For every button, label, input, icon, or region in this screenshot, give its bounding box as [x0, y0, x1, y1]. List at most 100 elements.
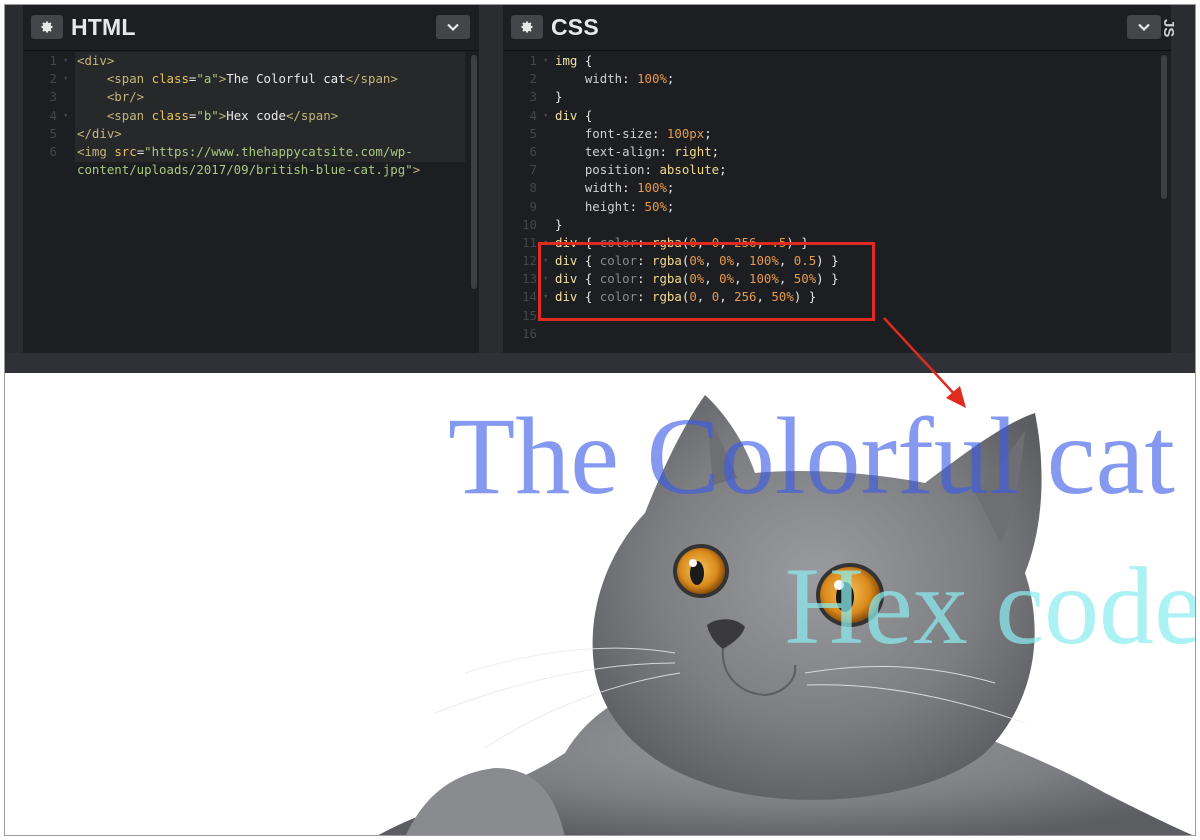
code-token: ; — [719, 162, 727, 178]
preview-resize-bar[interactable] — [5, 353, 1195, 373]
code-token: > — [412, 162, 421, 178]
code-line[interactable]: 5 </div> — [23, 125, 479, 143]
fold-toggle-icon[interactable]: ▾ — [63, 70, 73, 88]
line-number: 9 — [529, 198, 537, 214]
panel-resize-handle[interactable] — [479, 5, 503, 353]
line-number: 1 — [49, 53, 57, 68]
html-panel-title: HTML — [71, 14, 136, 40]
code-line[interactable]: 4 ▾ div { — [503, 107, 1171, 125]
code-line[interactable]: 2 ▾ <span class="a">The Colorful cat</spa… — [23, 70, 479, 88]
code-token: class — [151, 71, 189, 87]
css-collapse-button[interactable] — [1127, 15, 1161, 39]
line-number: 16 — [522, 325, 537, 341]
code-token: ; — [666, 180, 675, 196]
code-token: src — [114, 143, 137, 159]
code-line[interactable]: 3} — [503, 88, 1171, 106]
code-token: { — [577, 53, 593, 68]
line-number: 2 — [49, 71, 57, 87]
js-tab-label[interactable]: JS — [1160, 19, 1177, 43]
code-token: absolute — [659, 162, 720, 178]
code-text: height: 50%; — [555, 198, 675, 216]
code-line[interactable]: 5 font-size: 100px; — [503, 125, 1171, 143]
html-scrollbar[interactable] — [471, 55, 477, 289]
code-token: img — [555, 53, 578, 68]
fold-toggle-icon[interactable]: ▾ — [63, 107, 73, 125]
code-token: ; — [666, 198, 675, 214]
code-token: "b" — [196, 107, 219, 123]
annotation-highlight-box — [538, 242, 875, 321]
line-number: 12 — [522, 253, 537, 269]
code-text: font-size: 100px; — [555, 125, 712, 143]
fold-toggle-icon[interactable]: ▾ — [543, 107, 553, 125]
line-number: 10 — [522, 216, 537, 232]
result-preview: The Colorful cat Hex code — [5, 373, 1195, 835]
code-token: : — [651, 125, 667, 141]
code-token: right — [674, 143, 712, 159]
css-scrollbar[interactable] — [1161, 55, 1167, 199]
code-text: <span class="b">Hex code</span> — [77, 107, 338, 125]
css-panel-header: CSS — [503, 5, 1171, 51]
code-line[interactable]: 6 text-align: right; — [503, 143, 1171, 161]
code-token: class — [151, 107, 189, 123]
html-collapse-button[interactable] — [436, 15, 470, 39]
codepen-window: HTML 1 ▾ <div> 2 ▾ <span class="a">The Color… — [4, 4, 1196, 836]
line-number: 6 — [529, 143, 537, 159]
code-token: 100% — [637, 71, 667, 87]
line-number: 14 — [522, 289, 537, 305]
code-text: <div> — [77, 52, 114, 70]
code-token: </span> — [285, 107, 339, 123]
code-token: } — [555, 89, 563, 105]
gear-icon — [41, 21, 53, 33]
css-settings-button[interactable] — [511, 15, 543, 39]
code-text: position: absolute; — [555, 161, 727, 179]
code-line[interactable]: 3 <br/> — [23, 88, 479, 106]
code-token: 100px — [666, 125, 705, 141]
code-text: img { — [555, 52, 592, 70]
line-number: 8 — [529, 180, 537, 196]
code-token: 100% — [637, 180, 667, 196]
html-panel-header: HTML — [23, 5, 479, 51]
code-token: ; — [666, 71, 675, 87]
preview-text-colorful-cat: The Colorful cat — [448, 395, 1175, 517]
code-token: : — [629, 198, 645, 214]
code-token: width — [555, 180, 623, 196]
js-panel-collapsed[interactable]: JS — [1160, 5, 1195, 353]
code-token: div — [555, 107, 578, 123]
line-number: 11 — [522, 234, 537, 250]
code-line[interactable]: 8 width: 100%; — [503, 179, 1171, 197]
line-number: 4 — [49, 107, 57, 123]
code-text: <br/> — [77, 88, 144, 106]
code-line[interactable]: 6 <img src="https://www.thehappycatsite.c… — [23, 143, 479, 161]
code-token: <div> — [77, 53, 115, 68]
fold-toggle-icon[interactable]: ▾ — [63, 52, 73, 70]
code-token: The Colorful cat — [226, 71, 346, 87]
code-line[interactable]: 1 ▾ <div> — [23, 52, 479, 70]
fold-toggle-icon[interactable]: ▾ — [543, 52, 553, 70]
code-text: width: 100%; — [555, 179, 675, 197]
code-token: position — [555, 162, 645, 178]
code-text: </div> — [77, 125, 122, 143]
line-number: 6 — [49, 143, 57, 159]
code-line[interactable]: content/uploads/2017/09/british-blue-cat… — [23, 161, 479, 179]
html-code-editor[interactable]: 1 ▾ <div> 2 ▾ <span class="a">The Colorful c… — [23, 52, 479, 179]
code-text: content/uploads/2017/09/british-blue-cat… — [77, 161, 420, 179]
code-text: div { — [555, 107, 592, 125]
editor-gutter-left — [5, 5, 23, 353]
code-line[interactable]: 4 ▾ <span class="b">Hex code</span> — [23, 107, 479, 125]
line-number: 15 — [522, 307, 537, 323]
code-token: content/uploads/2017/09/british-blue-cat… — [77, 162, 413, 178]
code-line[interactable]: 16 — [503, 325, 1171, 343]
line-number: 3 — [49, 89, 57, 105]
code-text: } — [555, 88, 562, 106]
code-token: height — [555, 198, 630, 214]
code-token: Hex code — [226, 107, 286, 123]
code-token: <span — [106, 71, 152, 87]
gear-icon — [521, 21, 533, 33]
html-settings-button[interactable] — [31, 15, 63, 39]
code-token: <span — [106, 107, 152, 123]
code-line[interactable]: 7 position: absolute; — [503, 161, 1171, 179]
code-line[interactable]: 10} — [503, 216, 1171, 234]
code-line[interactable]: 2 width: 100%; — [503, 70, 1171, 88]
code-line[interactable]: 9 height: 50%; — [503, 198, 1171, 216]
code-line[interactable]: 1 ▾ img { — [503, 52, 1171, 70]
